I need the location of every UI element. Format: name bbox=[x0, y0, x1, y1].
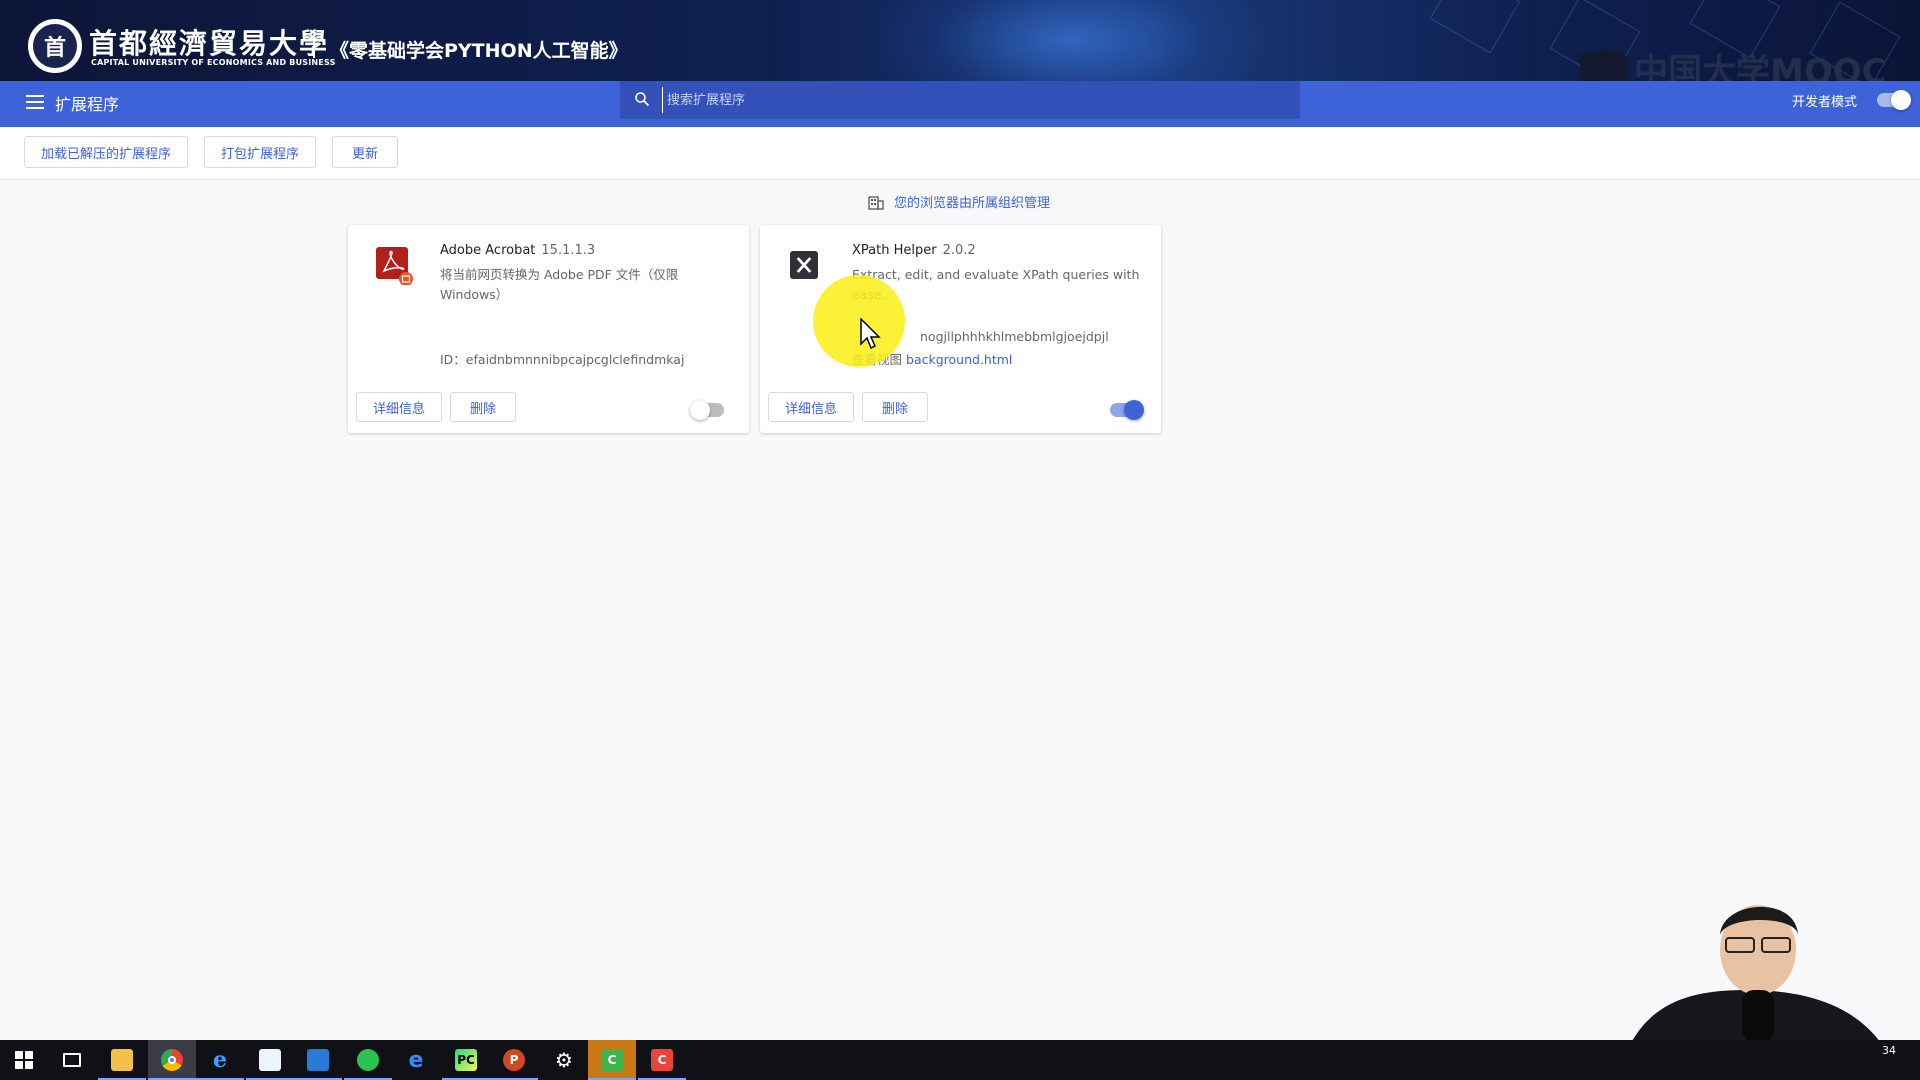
windows-start-icon bbox=[15, 1051, 33, 1069]
taskbar-app-bird[interactable] bbox=[246, 1040, 294, 1080]
page-title: 扩展程序 bbox=[55, 95, 120, 114]
taskbar-file-explorer[interactable] bbox=[98, 1040, 146, 1080]
taskbar-clock: 34 bbox=[1882, 1044, 1896, 1057]
taskbar-settings[interactable]: ⚙ bbox=[540, 1040, 588, 1080]
mooc-watermark: 中国大学MOOC bbox=[1580, 44, 1887, 81]
search-input[interactable] bbox=[662, 87, 1282, 113]
xpath-helper-icon bbox=[790, 251, 818, 279]
extension-id: nogjllphhhkhlmebbmlgjoejdpjl bbox=[920, 329, 1109, 344]
wechat-icon bbox=[357, 1049, 379, 1071]
extensions-toolbar: 扩展程序 开发者模式 bbox=[0, 81, 1920, 127]
internet-explorer-icon: e bbox=[213, 1047, 227, 1073]
taskbar-edge[interactable]: e bbox=[392, 1040, 440, 1080]
mail-app-icon bbox=[307, 1049, 329, 1071]
taskbar-pycharm[interactable]: PC bbox=[442, 1040, 490, 1080]
chrome-icon bbox=[161, 1049, 183, 1071]
details-button[interactable]: 详细信息 bbox=[356, 392, 442, 422]
start-button[interactable] bbox=[0, 1040, 48, 1080]
taskbar-recorder[interactable]: C bbox=[638, 1040, 686, 1080]
extension-name: Adobe Acrobat 15.1.1.3 bbox=[440, 243, 596, 258]
building-icon bbox=[868, 195, 884, 210]
background-page-link[interactable]: background.html bbox=[906, 352, 1012, 367]
recorder-icon: C bbox=[651, 1049, 673, 1071]
managed-notice[interactable]: 您的浏览器由所属组织管理 bbox=[868, 192, 1050, 211]
load-unpacked-button[interactable]: 加载已解压的扩展程序 bbox=[24, 136, 188, 168]
extension-enable-toggle[interactable] bbox=[1110, 400, 1144, 420]
remove-button[interactable]: 删除 bbox=[862, 392, 928, 422]
university-logo: 首 bbox=[28, 19, 82, 73]
taskbar-camtasia[interactable]: C bbox=[588, 1040, 636, 1080]
university-name: 首都經濟貿易大學 bbox=[89, 27, 330, 60]
extension-name: XPath Helper 2.0.2 bbox=[852, 243, 976, 258]
bird-app-icon bbox=[259, 1049, 281, 1071]
adobe-acrobat-icon bbox=[376, 247, 413, 285]
taskbar-powerpoint[interactable]: P bbox=[490, 1040, 538, 1080]
hamburger-menu-icon[interactable] bbox=[26, 93, 44, 111]
camtasia-icon: C bbox=[601, 1049, 623, 1071]
extension-version: 15.1.1.3 bbox=[541, 243, 596, 258]
university-subtitle: CAPITAL UNIVERSITY OF ECONOMICS AND BUSI… bbox=[91, 58, 336, 67]
task-view-button[interactable] bbox=[48, 1040, 96, 1080]
pycharm-icon: PC bbox=[455, 1049, 477, 1071]
dev-mode-label: 开发者模式 bbox=[1792, 95, 1858, 110]
windows-taskbar: e e PC P ⚙ C C bbox=[0, 1040, 1920, 1080]
pack-extension-button[interactable]: 打包扩展程序 bbox=[204, 136, 316, 168]
powerpoint-icon: P bbox=[503, 1049, 525, 1071]
mooc-logo-icon bbox=[1580, 48, 1628, 81]
taskbar-chrome[interactable] bbox=[148, 1040, 196, 1080]
gear-icon: ⚙ bbox=[555, 1048, 573, 1072]
folder-icon bbox=[111, 1049, 133, 1071]
search-box[interactable] bbox=[620, 81, 1300, 119]
details-button[interactable]: 详细信息 bbox=[768, 392, 854, 422]
taskbar-wechat[interactable] bbox=[344, 1040, 392, 1080]
extension-enable-toggle[interactable] bbox=[690, 400, 724, 420]
mooc-logo-text: 中国大学MOOC bbox=[1634, 52, 1887, 81]
dev-mode-toggle[interactable] bbox=[1877, 90, 1911, 110]
mouse-cursor-icon bbox=[860, 318, 881, 350]
remove-button[interactable]: 删除 bbox=[450, 392, 516, 422]
extension-description: 将当前网页转换为 Adobe PDF 文件（仅限 Windows） bbox=[440, 267, 679, 302]
course-title: 《零基础学会PYTHON人工智能》 bbox=[330, 40, 628, 62]
course-banner: 首 首都經濟貿易大學 CAPITAL UNIVERSITY OF ECONOMI… bbox=[0, 0, 1920, 81]
extension-card-adobe-acrobat: Adobe Acrobat 15.1.1.3 将当前网页转换为 Adobe PDF… bbox=[348, 225, 749, 433]
managed-notice-text: 您的浏览器由所属组织管理 bbox=[894, 196, 1051, 211]
banner-divider bbox=[313, 34, 315, 58]
update-button[interactable]: 更新 bbox=[332, 136, 398, 168]
banner-glow bbox=[880, 0, 1260, 81]
edge-icon: e bbox=[408, 1047, 424, 1073]
cursor-highlight bbox=[813, 275, 905, 367]
taskbar-ie[interactable]: e bbox=[196, 1040, 244, 1080]
extension-version: 2.0.2 bbox=[942, 243, 976, 258]
search-icon bbox=[635, 92, 650, 107]
task-view-icon bbox=[63, 1053, 81, 1067]
action-bar: 加载已解压的扩展程序 打包扩展程序 更新 bbox=[0, 127, 1920, 180]
extension-id: ID：efaidnbmnnnibpcajpcglclefindmkaj bbox=[440, 352, 685, 367]
taskbar-outlook[interactable] bbox=[294, 1040, 342, 1080]
banner-hex-decoration bbox=[1429, 0, 1521, 54]
